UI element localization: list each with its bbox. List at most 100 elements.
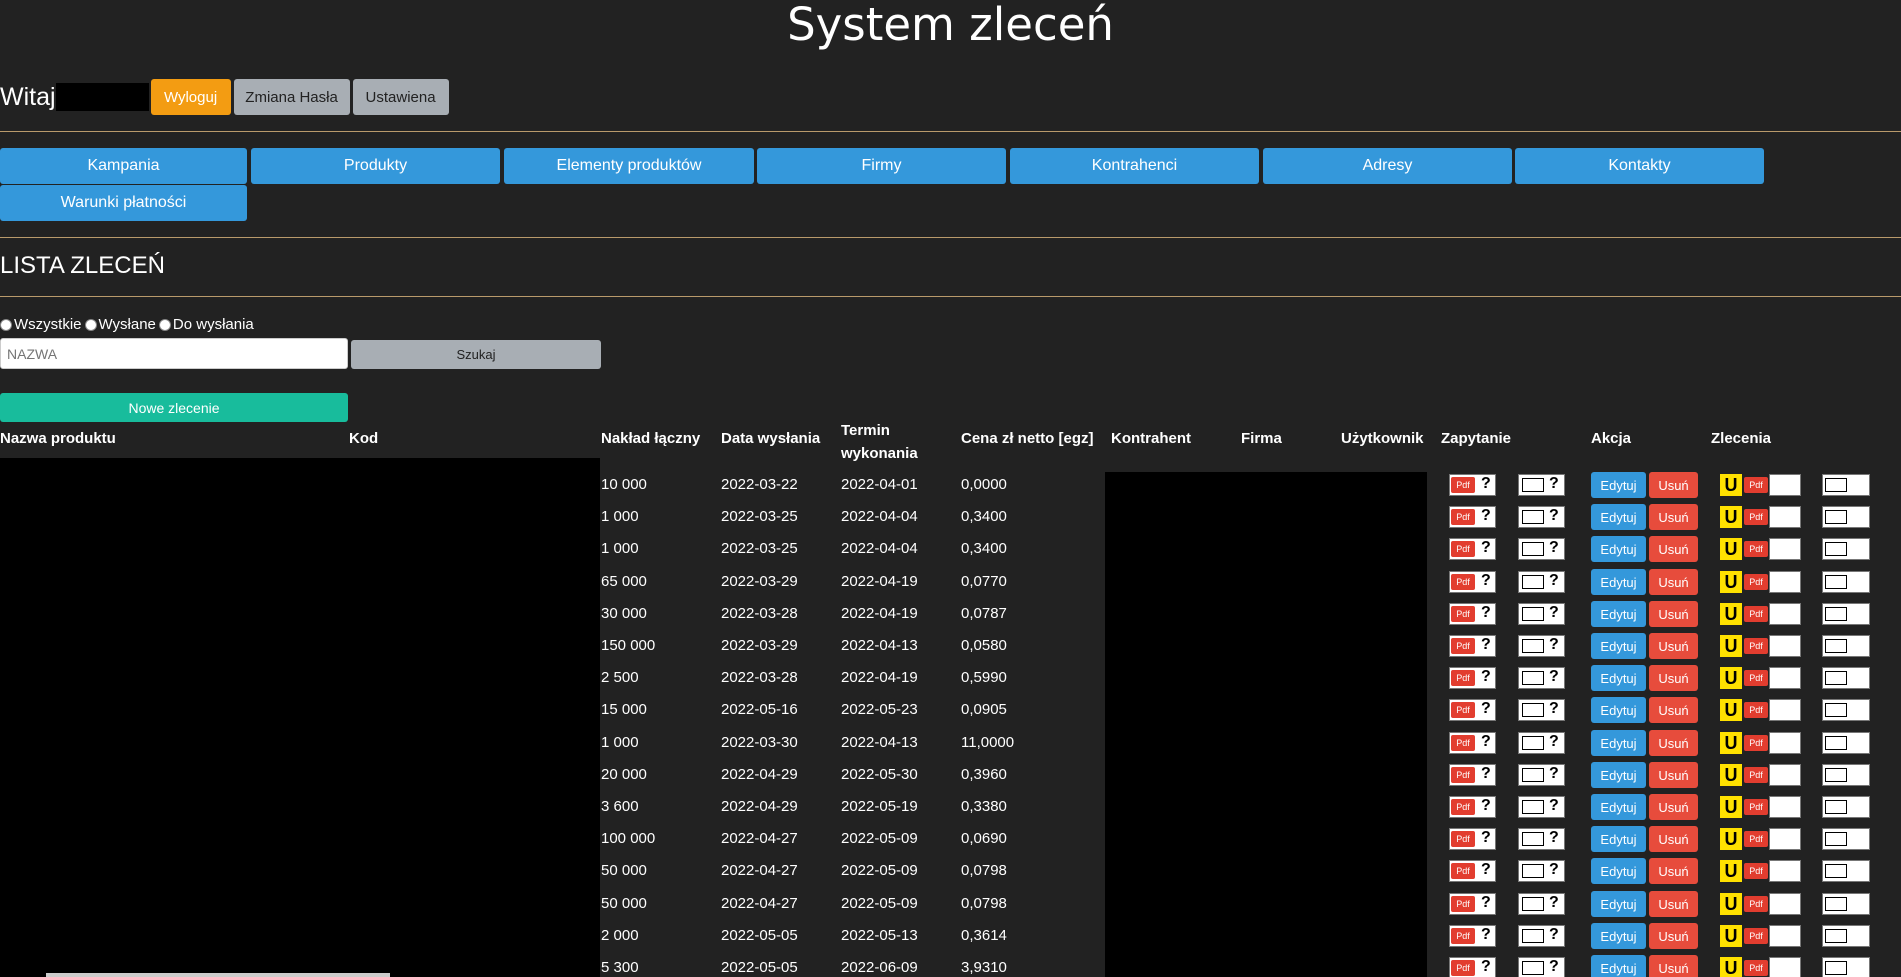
- pdf-icon[interactable]: Pdf: [1451, 541, 1475, 557]
- edit-button[interactable]: Edytuj: [1591, 665, 1646, 691]
- nav-produkty[interactable]: Produkty: [251, 148, 500, 184]
- cart-icon[interactable]: [1769, 925, 1801, 947]
- delete-button[interactable]: Usuń: [1649, 536, 1698, 562]
- cart-icon[interactable]: [1769, 764, 1801, 786]
- pdf-icon[interactable]: Pdf: [1744, 831, 1768, 847]
- cart-icon[interactable]: [1769, 635, 1801, 657]
- edit-button[interactable]: Edytuj: [1591, 633, 1646, 659]
- delete-button[interactable]: Usuń: [1649, 665, 1698, 691]
- pdf-icon[interactable]: Pdf: [1451, 767, 1475, 783]
- delete-button[interactable]: Usuń: [1649, 762, 1698, 788]
- pdf-icon[interactable]: Pdf: [1744, 702, 1768, 718]
- u-icon[interactable]: U: [1720, 603, 1742, 625]
- settings-button[interactable]: Ustawiena: [352, 79, 449, 115]
- pdf-icon[interactable]: Pdf: [1451, 509, 1475, 525]
- u-icon[interactable]: U: [1720, 474, 1742, 496]
- cart-icon[interactable]: [1769, 474, 1801, 496]
- edit-button[interactable]: Edytuj: [1591, 955, 1646, 977]
- u-icon[interactable]: U: [1720, 667, 1742, 689]
- u-icon[interactable]: U: [1720, 732, 1742, 754]
- delete-button[interactable]: Usuń: [1649, 697, 1698, 723]
- nav-kontrahenci[interactable]: Kontrahenci: [1010, 148, 1259, 184]
- pdf-icon[interactable]: Pdf: [1451, 606, 1475, 622]
- edit-button[interactable]: Edytuj: [1591, 569, 1646, 595]
- u-icon[interactable]: U: [1720, 860, 1742, 882]
- edit-button[interactable]: Edytuj: [1591, 762, 1646, 788]
- pdf-icon[interactable]: Pdf: [1451, 670, 1475, 686]
- edit-button[interactable]: Edytuj: [1591, 601, 1646, 627]
- cart-icon[interactable]: [1769, 571, 1801, 593]
- edit-button[interactable]: Edytuj: [1591, 891, 1646, 917]
- pdf-icon[interactable]: Pdf: [1451, 638, 1475, 654]
- new-order-button[interactable]: Nowe zlecenie: [0, 393, 348, 422]
- delete-button[interactable]: Usuń: [1649, 794, 1698, 820]
- pdf-icon[interactable]: Pdf: [1744, 574, 1768, 590]
- cart-icon[interactable]: [1769, 732, 1801, 754]
- pdf-icon[interactable]: Pdf: [1744, 670, 1768, 686]
- cart-icon[interactable]: [1769, 957, 1801, 977]
- pdf-icon[interactable]: Pdf: [1744, 541, 1768, 557]
- logout-button[interactable]: Wyloguj: [150, 79, 231, 115]
- u-icon[interactable]: U: [1720, 571, 1742, 593]
- cart-icon[interactable]: [1769, 667, 1801, 689]
- u-icon[interactable]: U: [1720, 893, 1742, 915]
- cart-icon[interactable]: [1769, 603, 1801, 625]
- delete-button[interactable]: Usuń: [1649, 923, 1698, 949]
- pdf-icon[interactable]: Pdf: [1744, 799, 1768, 815]
- horizontal-scrollbar[interactable]: [46, 973, 390, 977]
- u-icon[interactable]: U: [1720, 538, 1742, 560]
- delete-button[interactable]: Usuń: [1649, 504, 1698, 530]
- pdf-icon[interactable]: Pdf: [1744, 606, 1768, 622]
- u-icon[interactable]: U: [1720, 796, 1742, 818]
- delete-button[interactable]: Usuń: [1649, 826, 1698, 852]
- pdf-icon[interactable]: Pdf: [1451, 960, 1475, 976]
- nav-firmy[interactable]: Firmy: [757, 148, 1006, 184]
- pdf-icon[interactable]: Pdf: [1451, 477, 1475, 493]
- edit-button[interactable]: Edytuj: [1591, 826, 1646, 852]
- edit-button[interactable]: Edytuj: [1591, 858, 1646, 884]
- nav-warunki-platnosci[interactable]: Warunki płatności: [0, 185, 247, 221]
- delete-button[interactable]: Usuń: [1649, 730, 1698, 756]
- edit-button[interactable]: Edytuj: [1591, 730, 1646, 756]
- delete-button[interactable]: Usuń: [1649, 569, 1698, 595]
- pdf-icon[interactable]: Pdf: [1744, 960, 1768, 976]
- edit-button[interactable]: Edytuj: [1591, 697, 1646, 723]
- pdf-icon[interactable]: Pdf: [1451, 702, 1475, 718]
- delete-button[interactable]: Usuń: [1649, 601, 1698, 627]
- pdf-icon[interactable]: Pdf: [1744, 896, 1768, 912]
- edit-button[interactable]: Edytuj: [1591, 472, 1646, 498]
- u-icon[interactable]: U: [1720, 764, 1742, 786]
- pdf-icon[interactable]: Pdf: [1451, 799, 1475, 815]
- delete-button[interactable]: Usuń: [1649, 858, 1698, 884]
- nav-elementy-produktow[interactable]: Elementy produktów: [504, 148, 754, 184]
- u-icon[interactable]: U: [1720, 506, 1742, 528]
- pdf-icon[interactable]: Pdf: [1744, 928, 1768, 944]
- pdf-icon[interactable]: Pdf: [1451, 574, 1475, 590]
- nav-adresy[interactable]: Adresy: [1263, 148, 1512, 184]
- change-password-button[interactable]: Zmiana Hasła: [233, 79, 350, 115]
- pdf-icon[interactable]: Pdf: [1744, 863, 1768, 879]
- u-icon[interactable]: U: [1720, 957, 1742, 977]
- delete-button[interactable]: Usuń: [1649, 633, 1698, 659]
- delete-button[interactable]: Usuń: [1649, 891, 1698, 917]
- delete-button[interactable]: Usuń: [1649, 955, 1698, 977]
- pdf-icon[interactable]: Pdf: [1451, 735, 1475, 751]
- radio-to-send[interactable]: [158, 318, 171, 331]
- nav-kampania[interactable]: Kampania: [0, 148, 247, 184]
- cart-icon[interactable]: [1769, 699, 1801, 721]
- pdf-icon[interactable]: Pdf: [1744, 638, 1768, 654]
- cart-icon[interactable]: [1769, 796, 1801, 818]
- search-input[interactable]: [0, 338, 348, 369]
- cart-icon[interactable]: [1769, 538, 1801, 560]
- cart-icon[interactable]: [1769, 860, 1801, 882]
- cart-icon[interactable]: [1769, 506, 1801, 528]
- pdf-icon[interactable]: Pdf: [1744, 735, 1768, 751]
- u-icon[interactable]: U: [1720, 635, 1742, 657]
- edit-button[interactable]: Edytuj: [1591, 536, 1646, 562]
- u-icon[interactable]: U: [1720, 828, 1742, 850]
- edit-button[interactable]: Edytuj: [1591, 504, 1646, 530]
- pdf-icon[interactable]: Pdf: [1744, 767, 1768, 783]
- u-icon[interactable]: U: [1720, 699, 1742, 721]
- cart-icon[interactable]: [1769, 893, 1801, 915]
- pdf-icon[interactable]: Pdf: [1451, 863, 1475, 879]
